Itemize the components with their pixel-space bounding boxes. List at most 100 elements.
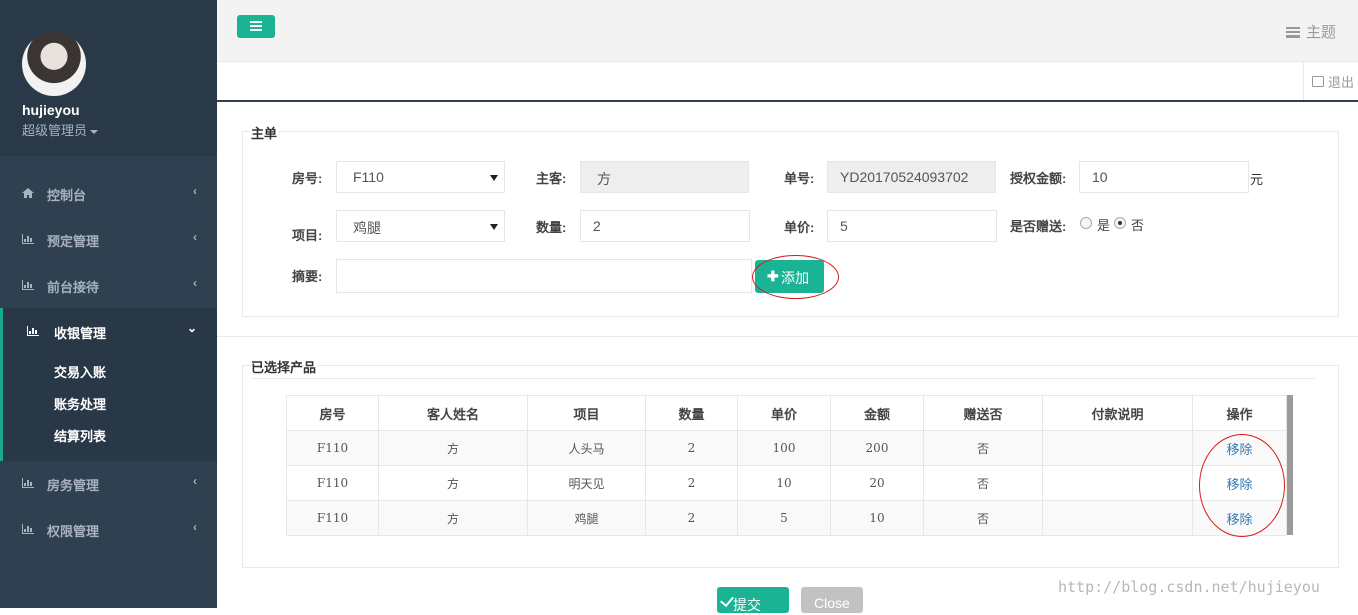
price-field[interactable]: 5 (827, 210, 997, 242)
auth-amount-label: 授权金额: (1010, 171, 1067, 186)
room-select[interactable]: F110 (336, 161, 505, 193)
cell-item: 鸡腿 (527, 500, 646, 536)
theme-button[interactable]: 主题 (1285, 21, 1336, 42)
gift-yes-radio[interactable] (1080, 217, 1092, 229)
sidebar-item-dashboard[interactable]: 控制台 ‹ (0, 170, 217, 216)
column-header: 操作 (1192, 395, 1287, 431)
dropdown-arrow-icon (490, 175, 498, 181)
cell-item: 人头马 (527, 430, 646, 466)
item-select-value: 鸡腿 (353, 220, 381, 236)
main-order-title: 主单 (251, 123, 280, 142)
annotation-ellipse (1199, 434, 1285, 537)
room-select-value: F110 (353, 169, 384, 185)
order-no-label: 单号: (784, 171, 815, 186)
cell-amount: 10 (830, 500, 924, 536)
summary-label: 摘要: (292, 269, 323, 284)
gift-no-label: 否 (1131, 218, 1145, 233)
cell-gift: 否 (923, 430, 1043, 466)
sidebar-item-label: 前台接待 (47, 280, 100, 295)
cashier-submenu: 交易入账 账务处理 结算列表 (0, 354, 217, 461)
selected-products-table: 房号 客人姓名 项目 数量 单价 金额 赠送否 付款说明 操作 F110 方 人… (286, 395, 1287, 536)
sidebar-item-reservation[interactable]: 预定管理 ‹ (0, 216, 217, 262)
sidebar-item-front-desk[interactable]: 前台接待 ‹ (0, 262, 217, 308)
submenu-item-transaction[interactable]: 交易入账 (54, 362, 106, 381)
cell-gift: 否 (923, 465, 1043, 501)
gift-yes-label: 是 (1097, 218, 1111, 233)
panel-divider (251, 378, 1315, 379)
tab-bar: 退出 (217, 62, 1358, 102)
cell-gift: 否 (923, 500, 1043, 536)
sidebar: hujieyou 超级管理员 控制台 ‹ 预定管理 ‹ 前台接待 ‹ 收银管理 … (0, 0, 217, 608)
theme-label: 主题 (1305, 24, 1336, 41)
watermark: http://blog.csdn.net/hujieyou (1058, 578, 1320, 596)
chevron-left-icon: ‹ (193, 276, 197, 290)
bar-chart-icon (22, 280, 34, 290)
cell-qty: 2 (645, 465, 738, 501)
cell-qty: 2 (645, 430, 738, 466)
sidebar-item-cashier[interactable]: 收银管理 ⌄ (0, 308, 217, 354)
room-label: 房号: (292, 171, 323, 186)
submit-button-label: 提交 (733, 597, 761, 613)
column-header: 项目 (527, 395, 646, 431)
cell-guest: 方 (378, 500, 528, 536)
guest-label: 主客: (536, 171, 567, 186)
table-header-row: 房号 客人姓名 项目 数量 单价 金额 赠送否 付款说明 操作 (286, 395, 1287, 431)
close-button[interactable]: Close (801, 587, 863, 613)
auth-amount-unit: 元 (1250, 172, 1264, 187)
column-header: 赠送否 (923, 395, 1043, 431)
avatar[interactable] (22, 32, 86, 96)
cell-room: F110 (286, 465, 379, 501)
item-select[interactable]: 鸡腿 (336, 210, 505, 242)
top-navbar: 主题 (217, 0, 1358, 62)
close-button-label: Close (814, 595, 850, 611)
cell-guest: 方 (378, 465, 528, 501)
table-row: F110 方 人头马 2 100 200 否 移除 (286, 430, 1287, 466)
chevron-left-icon: ‹ (193, 230, 197, 244)
section-divider (217, 336, 1358, 337)
column-header: 数量 (645, 395, 738, 431)
chevron-down-icon: ⌄ (186, 321, 197, 335)
sidebar-item-label: 控制台 (47, 188, 87, 203)
sign-out-icon (1312, 76, 1324, 87)
cell-amount: 200 (830, 430, 924, 466)
sidebar-item-permissions[interactable]: 权限管理 ‹ (0, 506, 217, 552)
gift-label: 是否赠送: (1010, 219, 1067, 234)
column-header: 房号 (286, 395, 379, 431)
sidebar-item-label: 预定管理 (47, 234, 100, 249)
bar-chart-icon (22, 478, 34, 488)
username: hujieyou (22, 102, 80, 118)
cell-price: 5 (737, 500, 831, 536)
table-scrollbar[interactable] (1287, 395, 1293, 535)
logout-button[interactable]: 退出 (1303, 62, 1358, 100)
submenu-item-settlement[interactable]: 结算列表 (54, 426, 106, 445)
selected-products-title: 已选择产品 (251, 357, 319, 376)
guest-field: 方 (580, 161, 749, 193)
cell-note (1042, 430, 1193, 466)
bar-chart-icon (22, 524, 34, 534)
column-header: 金额 (830, 395, 924, 431)
check-icon (720, 592, 734, 608)
submit-button[interactable]: 提交 (717, 587, 789, 613)
cell-amount: 20 (830, 465, 924, 501)
cell-room: F110 (286, 500, 379, 536)
summary-field[interactable] (336, 259, 752, 293)
gift-no-radio[interactable] (1114, 217, 1126, 229)
list-icon (1285, 27, 1300, 38)
cell-guest: 方 (378, 430, 528, 466)
user-role-dropdown[interactable]: 超级管理员 (22, 120, 99, 139)
table-row: F110 方 鸡腿 2 5 10 否 移除 (286, 500, 1287, 536)
submenu-item-accounts[interactable]: 账务处理 (54, 394, 106, 413)
auth-amount-field[interactable]: 10 (1079, 161, 1249, 193)
menu-toggle-button[interactable] (237, 15, 275, 38)
cell-item: 明天见 (527, 465, 646, 501)
order-no-field: YD20170524093702 (827, 161, 996, 193)
sidebar-item-housekeeping[interactable]: 房务管理 ‹ (0, 460, 217, 506)
user-role-label: 超级管理员 (22, 123, 88, 138)
column-header: 单价 (737, 395, 831, 431)
active-indicator (0, 354, 3, 461)
cell-note (1042, 465, 1193, 501)
chevron-left-icon: ‹ (193, 474, 197, 488)
cell-note (1042, 500, 1193, 536)
qty-field[interactable]: 2 (580, 210, 750, 242)
chevron-left-icon: ‹ (193, 520, 197, 534)
